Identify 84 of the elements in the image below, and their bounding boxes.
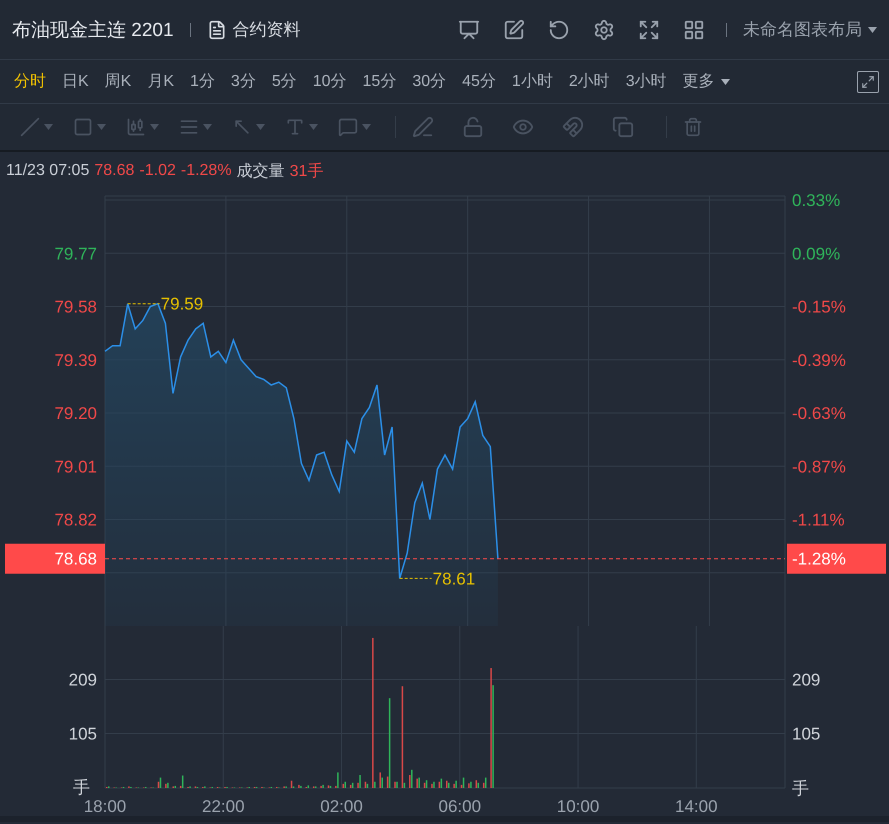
period-tab[interactable]: 1分 (182, 66, 223, 96)
caret-icon (720, 78, 730, 84)
line-icon (20, 117, 40, 137)
current-change-badge: -1.28% (787, 544, 886, 574)
caret-icon (150, 124, 159, 130)
current-price-badge: 78.68 (5, 544, 105, 574)
more-dropdown[interactable]: 更多 (682, 71, 730, 92)
magnet-icon (562, 116, 584, 138)
leader-line (127, 303, 160, 304)
period-tab[interactable]: 2小时 (560, 66, 618, 96)
caret-icon (868, 26, 877, 32)
price-axis-label: 79.39 (54, 350, 97, 370)
contract-info-button[interactable]: 合约资料 (206, 18, 301, 41)
leader-line (399, 578, 432, 579)
percent-axis-label: -0.39% (792, 350, 846, 370)
percent-axis-label: 0.33% (792, 191, 840, 210)
percent-axis-label: 0.09% (792, 244, 840, 264)
time-axis-label: 18:00 (84, 797, 126, 816)
caret-icon (97, 124, 106, 130)
period-tab[interactable]: 分时 (6, 66, 54, 96)
price-axis-label: 79.01 (54, 457, 97, 476)
volume-axis-label: 209 (792, 670, 820, 690)
extreme-price-label: 78.61 (432, 569, 476, 588)
volume-axis-label: 105 (68, 724, 97, 744)
period-tab[interactable]: 10分 (304, 66, 355, 96)
volume-unit-label: 手 (73, 778, 90, 797)
text-icon (285, 117, 305, 137)
maximize-button[interactable] (857, 70, 879, 92)
grid-icon (683, 18, 705, 40)
time-axis-label: 22:00 (202, 797, 245, 816)
trash-icon (683, 117, 703, 137)
chart-screen-icon (458, 18, 480, 40)
copy-icon (612, 116, 634, 138)
caret-icon (203, 124, 212, 130)
maximize-icon (861, 74, 875, 88)
price-axis-label: 78.82 (54, 510, 97, 530)
volume-axis-label: 209 (68, 670, 97, 690)
period-tab[interactable]: 月K (139, 66, 182, 96)
layout-dropdown[interactable]: 未命名图表布局 (743, 18, 877, 41)
percent-axis-label: -0.63% (792, 404, 846, 423)
volume-unit-label: 手 (792, 779, 809, 798)
rectangle-icon (73, 117, 93, 137)
period-tab[interactable]: 日K (54, 66, 97, 96)
instrument-title: 布油现金主连 2201 (12, 18, 174, 42)
document-icon (206, 20, 227, 40)
period-tab[interactable]: 5分 (264, 66, 305, 96)
quote-time: 11/23 07:05 (6, 162, 90, 180)
period-tab[interactable]: 45分 (454, 66, 504, 96)
period-tab[interactable]: 周K (96, 66, 140, 96)
lock-icon (462, 116, 484, 138)
ref-line-label: 78.68 (54, 550, 97, 569)
price-axis-label: 79.58 (54, 298, 97, 316)
caret-icon (309, 124, 318, 130)
price-axis-label: 79.20 (54, 404, 97, 423)
candlestick-icon (126, 117, 146, 137)
price-axis-label: 79.77 (54, 244, 97, 264)
caret-icon (44, 124, 53, 130)
volume-value: 31手 (290, 162, 324, 182)
volume-axis-label: 105 (792, 724, 820, 744)
time-axis-label: 06:00 (438, 797, 482, 816)
pen-icon (412, 116, 434, 138)
period-tab[interactable]: 30分 (404, 66, 454, 96)
settings-icon (593, 18, 615, 40)
period-tab[interactable]: 3分 (222, 66, 264, 96)
period-tab[interactable]: 15分 (354, 66, 404, 96)
volume-label: 成交量 (236, 162, 285, 182)
percent-axis-label: -1.11% (792, 510, 845, 530)
period-tab[interactable]: 3小时 (618, 66, 675, 96)
period-tab[interactable]: 1小时 (504, 66, 561, 96)
pencil-square-icon (503, 18, 525, 40)
refresh-icon (548, 18, 570, 40)
speech-bubble-icon (338, 117, 358, 137)
caret-icon (256, 124, 265, 130)
percent-axis-label: -0.87% (792, 457, 846, 476)
time-axis-label: 14:00 (675, 797, 718, 816)
caret-icon (362, 124, 371, 130)
expand-icon (638, 18, 660, 40)
time-axis-label: 10:00 (556, 797, 600, 816)
quote-price: 78.68 (94, 162, 134, 180)
extreme-price-label: 79.59 (160, 294, 204, 314)
quote-change-percent: -1.28% (180, 162, 232, 180)
quote-change: -1.02 (139, 162, 176, 180)
time-axis-label: 02:00 (320, 797, 363, 816)
percent-axis-label: -0.15% (792, 298, 846, 316)
